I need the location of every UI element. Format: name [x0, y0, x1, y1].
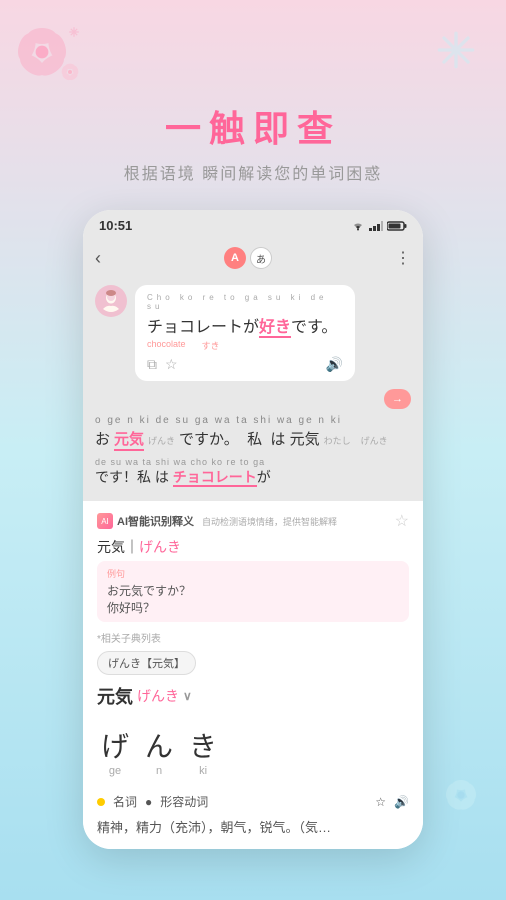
ruby-watashi: わたし げんき — [324, 434, 388, 447]
wifi-icon — [351, 221, 365, 231]
chat-area: Cho ko re to ga su ki de su チョコレートが好きです。… — [83, 275, 423, 501]
pos-audio-icon[interactable]: 🔊 — [394, 795, 409, 809]
chat-bubble-content-1: Cho ko re to ga su ki de su チョコレートが好きです。… — [135, 285, 355, 381]
ai-header-left: AI AI智能识别释义 自动检测语境情绪，提供智能解释 — [97, 513, 337, 529]
dict-meaning: 精神，精力（充沛），朝气，锐气。（気… — [97, 818, 409, 839]
kana-cell-ge: げ ge — [101, 725, 129, 777]
example-cn: 你好吗？ — [107, 599, 399, 616]
bubble-actions: ⧉ ☆ 🔊 — [147, 356, 343, 373]
status-bar: 10:51 — [83, 210, 423, 241]
chat-line-3: de su wa ta shi wa cho ko re to ga です！私 … — [95, 457, 411, 487]
star-action-icon[interactable]: ☆ — [165, 356, 178, 373]
ai-badge: 自动检测语境情绪，提供智能解释 — [202, 515, 337, 528]
dict-panel: AI AI智能识别释义 自动检测语境情绪，提供智能解释 ☆ 元気｜げんき 例句 … — [83, 501, 423, 849]
pos-separator: ● — [145, 795, 152, 809]
lang-toggle[interactable]: A あ — [224, 247, 272, 269]
kana-roma-ge: ge — [109, 765, 121, 777]
kana-cell-n: ん n — [145, 725, 173, 777]
main-word-ruby: げんき — [137, 686, 179, 706]
jp-row-3: です！私 は チョコレートが — [95, 467, 411, 487]
ruby-chocolate: chocolate — [147, 339, 186, 352]
avatar — [95, 285, 127, 317]
pos-dot — [97, 798, 105, 806]
chat-main-text: チョコレートが好きです。 — [147, 319, 337, 338]
pos-actions: ☆ 🔊 — [375, 795, 409, 809]
jp-row-2: お元気 げんき ですか。 私 は 元気 わたし げんき — [95, 428, 411, 451]
kana-grid: げ ge ん n き ki — [97, 717, 409, 785]
furigana-row-2: o ge n ki de su ga wa ta shi wa ge n ki — [95, 415, 411, 426]
sakura-decoration-tl — [10, 20, 90, 100]
audio-icon[interactable]: 🔊 — [326, 356, 343, 373]
copy-icon[interactable]: ⧉ — [147, 356, 157, 373]
kana-char-n: ん — [145, 725, 173, 765]
chat-bubble-right: → — [95, 389, 411, 409]
main-title: 一触即查 — [20, 100, 486, 152]
chevron-down-icon[interactable]: ∨ — [183, 689, 192, 703]
status-icons — [351, 221, 407, 231]
furigana-row-3: de su wa ta shi wa cho ko re to ga — [95, 457, 411, 467]
related-label: *相关子典列表 — [97, 630, 409, 645]
kana-cell-ki: き ki — [189, 725, 217, 777]
genki-entry-kanji: 元気｜ — [97, 539, 139, 555]
kana-char-ki: き — [189, 725, 217, 765]
app-nav-header: ‹ A あ ⋮ — [83, 241, 423, 275]
genki-word: 元気 — [114, 428, 144, 451]
lang-btn-jp[interactable]: あ — [250, 247, 272, 269]
bookmark-star-icon[interactable]: ☆ — [395, 511, 409, 531]
pos-label-1: 名词 — [113, 793, 137, 810]
signal-icon — [369, 221, 383, 231]
dict-word-entry: 元気｜げんき — [97, 537, 409, 557]
sub-title: 根据语境 瞬间解读您的单词困惑 — [20, 160, 486, 184]
chat-bubble-1: Cho ko re to ga su ki de su チョコレートが好きです。… — [95, 285, 411, 381]
pos-label-2: 形容动词 — [160, 793, 208, 810]
furigana-line: Cho ko re to ga su ki de su — [147, 293, 343, 311]
dict-main-word: 元気 げんき ∨ — [97, 683, 409, 709]
choco-highlight: チョコレート — [173, 469, 257, 487]
battery-icon — [387, 221, 407, 231]
reply-bubble: → — [384, 389, 411, 409]
star-decoration-tr — [436, 30, 476, 70]
ruby-genki1: げんき — [148, 434, 175, 447]
status-time: 10:51 — [99, 218, 132, 233]
app-header-left: ‹ — [95, 248, 101, 269]
genki-entry-ruby: げんき — [139, 539, 181, 555]
reply-text: → — [392, 393, 403, 405]
more-options-button[interactable]: ⋮ — [395, 248, 411, 268]
ai-label: AI智能识别释义 — [117, 513, 194, 529]
related-tag[interactable]: げんき【元気】 — [97, 651, 196, 675]
example-label: 例句 — [107, 567, 399, 580]
phone-mockup: 10:51 ‹ A あ — [83, 210, 423, 849]
back-button[interactable]: ‹ — [95, 248, 101, 269]
dict-example-box: 例句 お元気ですか？ 你好吗？ — [97, 561, 409, 622]
main-word-kanji: 元気 — [97, 683, 133, 709]
lang-btn-a[interactable]: A — [224, 247, 246, 269]
pos-star-icon[interactable]: ☆ — [375, 795, 386, 809]
chat-line-2: o ge n ki de su ga wa ta shi wa ge n ki … — [95, 415, 411, 451]
sakura-decoration-br — [436, 770, 486, 820]
kana-roma-n: n — [156, 765, 162, 777]
ai-header: AI AI智能识别释义 自动检测语境情绪，提供智能解释 ☆ — [97, 511, 409, 531]
pos-line: 名词 ● 形容动词 ☆ 🔊 — [97, 793, 409, 810]
kana-char-ge: げ — [101, 725, 129, 765]
ruby-suki: すき — [202, 339, 220, 352]
ai-icon: AI — [97, 513, 113, 529]
word-highlight: 好き — [259, 319, 291, 338]
kana-roma-ki: ki — [199, 765, 207, 777]
example-jp: お元気ですか？ — [107, 582, 399, 599]
